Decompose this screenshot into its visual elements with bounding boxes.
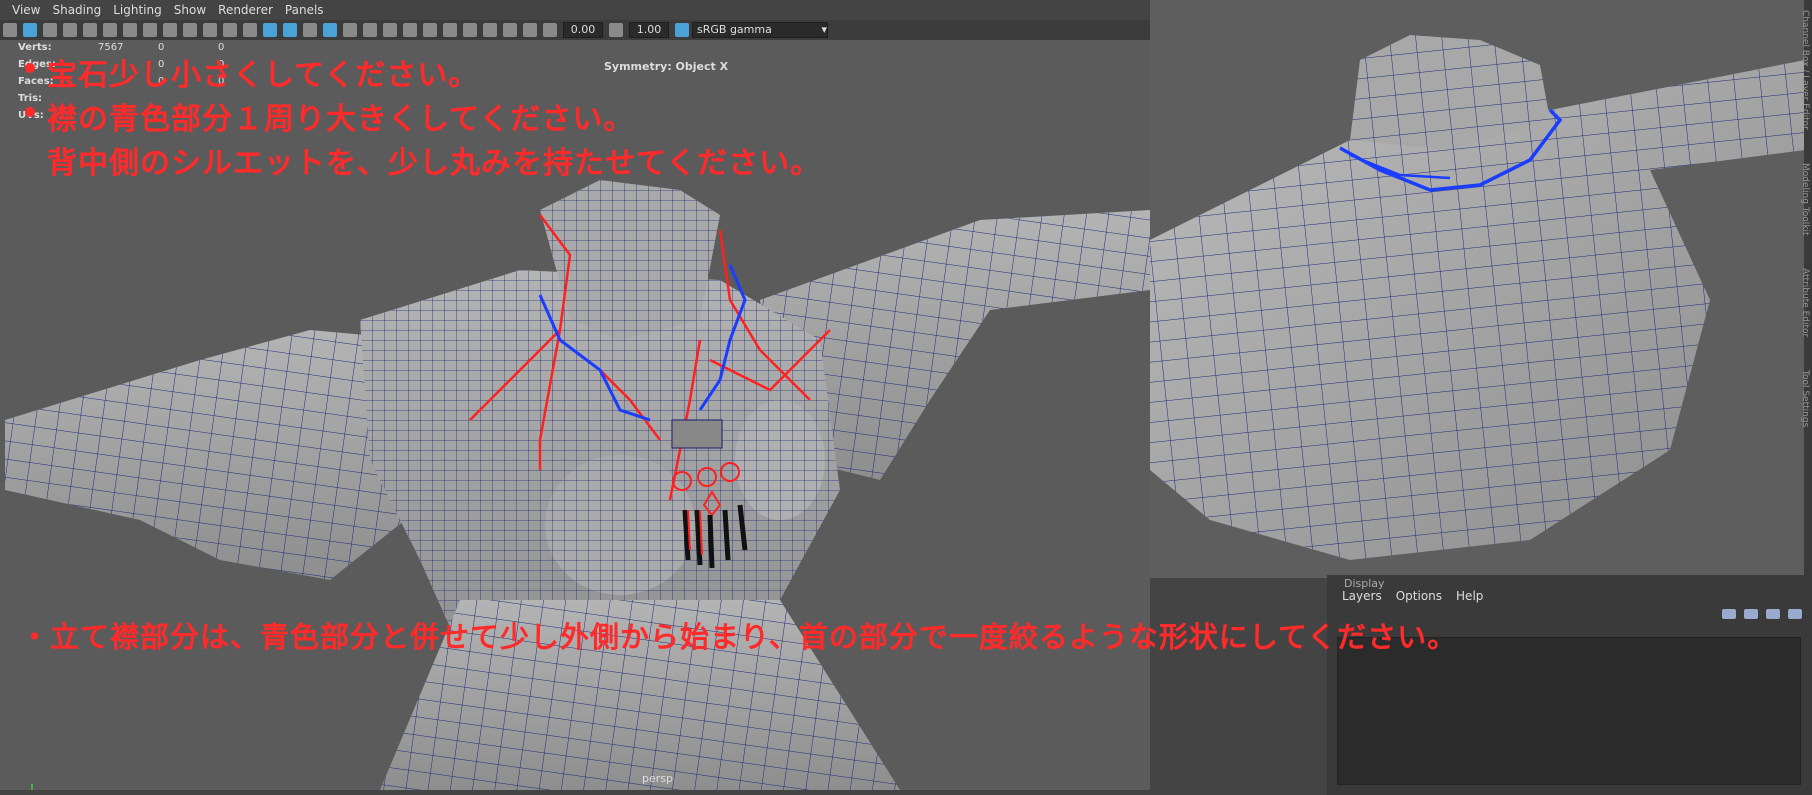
grease-pencil-icon[interactable] [103, 23, 117, 37]
review-note-4: ・立て襟部分は、青色部分と併せて少し外側から始まり、首の部分で一度絞るような形状… [20, 620, 1458, 654]
camera-lock-icon[interactable] [43, 23, 57, 37]
menu-renderer[interactable]: Renderer [218, 3, 273, 17]
review-note-3: 背中側のシルエットを、少し丸みを持たせてください。 [47, 146, 822, 181]
viewport-toolbar: 0.00 1.00 sRGB gamma ▾ [0, 20, 1150, 40]
note-bullet [25, 107, 35, 117]
color-management-icon[interactable] [675, 23, 689, 37]
menu-lighting[interactable]: Lighting [113, 3, 162, 17]
menu-layers[interactable]: Layers [1342, 589, 1382, 603]
color-space-dropdown[interactable]: sRGB gamma ▾ [692, 22, 828, 38]
camera-icon[interactable] [3, 23, 17, 37]
motion-blur-icon[interactable] [423, 23, 437, 37]
side-tab-labels: Channel Box / Layer Editor Modeling Tool… [1800, 10, 1810, 458]
menu-help[interactable]: Help [1456, 589, 1483, 603]
camera-name-label: persp [642, 772, 673, 785]
new-layer-from-selection-icon[interactable] [1788, 609, 1802, 619]
symmetry-label: Symmetry: Object X [604, 60, 729, 73]
model-wireframe-back [1150, 35, 1805, 560]
menu-options[interactable]: Options [1396, 589, 1442, 603]
menu-shading[interactable]: Shading [52, 3, 101, 17]
menu-view[interactable]: View [12, 3, 40, 17]
gamma-field[interactable]: 1.00 [629, 22, 669, 38]
move-layer-up-icon[interactable] [1722, 609, 1736, 619]
shadows-icon[interactable] [383, 23, 397, 37]
xray-icon[interactable] [323, 23, 337, 37]
layer-icon-row [1722, 609, 1802, 619]
film-gate-icon[interactable] [143, 23, 157, 37]
xray-active-icon[interactable] [523, 23, 537, 37]
menu-show[interactable]: Show [174, 3, 206, 17]
textured-icon[interactable] [343, 23, 357, 37]
isolate-select-icon[interactable] [483, 23, 497, 37]
field-chart-icon[interactable] [203, 23, 217, 37]
wireframe-on-shaded-icon[interactable] [303, 23, 317, 37]
image-plane-icon[interactable] [83, 23, 97, 37]
side-tab-strip: Channel Box / Layer Editor Modeling Tool… [1800, 0, 1812, 795]
resolution-gate-icon[interactable] [163, 23, 177, 37]
depth-of-field-icon[interactable] [463, 23, 477, 37]
exposure-icon[interactable] [543, 23, 557, 37]
smooth-shade-icon[interactable] [283, 23, 297, 37]
new-layer-icon[interactable] [1766, 609, 1780, 619]
wireframe-icon[interactable] [263, 23, 277, 37]
safe-title-icon[interactable] [243, 23, 257, 37]
menu-panels[interactable]: Panels [285, 3, 324, 17]
layer-list[interactable] [1337, 637, 1801, 785]
tab-modeling-toolkit[interactable]: Modeling Toolkit [1800, 163, 1810, 236]
back-view-image [1150, 0, 1805, 578]
viewport-menubar: View Shading Lighting Show Renderer Pane… [0, 0, 1150, 20]
review-note-2: 襟の青色部分１周り大きくしてください。 [47, 102, 635, 137]
tab-attribute-editor[interactable]: Attribute Editor [1800, 268, 1810, 337]
bookmark-icon[interactable] [63, 23, 77, 37]
grid-icon[interactable] [123, 23, 137, 37]
anti-aliasing-icon[interactable] [443, 23, 457, 37]
chevron-down-icon: ▾ [821, 23, 827, 36]
layer-editor-panel: Display Layers Options Help [1327, 575, 1812, 795]
ambient-occlusion-icon[interactable] [403, 23, 417, 37]
exposure-field[interactable]: 0.00 [563, 22, 603, 38]
tab-tool-settings[interactable]: Tool Settings [1800, 370, 1810, 427]
xray-joints-icon[interactable] [503, 23, 517, 37]
safe-action-icon[interactable] [223, 23, 237, 37]
move-layer-down-icon[interactable] [1744, 609, 1758, 619]
layer-menu: Layers Options Help [1342, 589, 1483, 603]
note-bullet [25, 63, 35, 73]
lights-icon[interactable] [363, 23, 377, 37]
review-note-1: 宝石少し小さくしてください。 [47, 58, 480, 93]
color-space-value: sRGB gamma [697, 23, 772, 36]
tab-channel-box[interactable]: Channel Box / Layer Editor [1800, 10, 1810, 130]
axis-gizmo [31, 784, 33, 790]
gate-mask-icon[interactable] [183, 23, 197, 37]
gamma-icon[interactable] [609, 23, 623, 37]
camera-select-icon[interactable] [23, 23, 37, 37]
